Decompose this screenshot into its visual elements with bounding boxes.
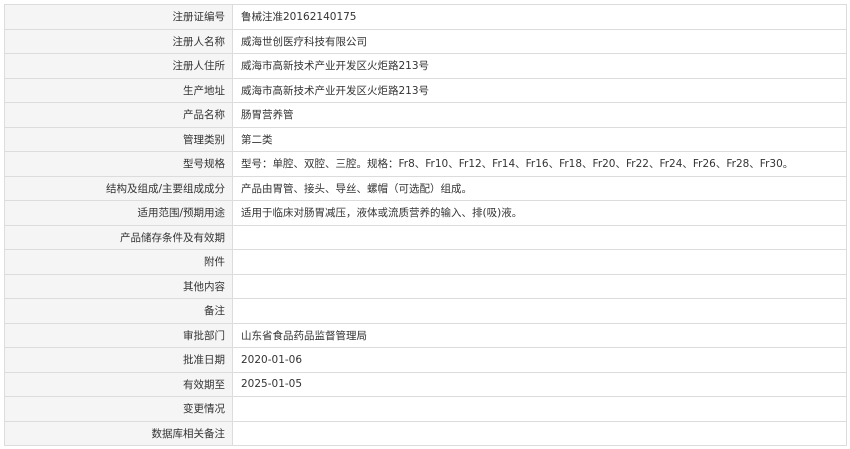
row-management-category: 管理类别 第二类 bbox=[4, 126, 847, 152]
registration-detail-table: 注册证编号 鲁械注准20162140175 注册人名称 威海世创医疗科技有限公司… bbox=[4, 4, 847, 446]
row-product-name: 产品名称 肠胃营养管 bbox=[4, 102, 847, 128]
row-production-address: 生产地址 威海市高新技术产业开发区火炬路213号 bbox=[4, 77, 847, 103]
row-approval-date: 批准日期 2020-01-06 bbox=[4, 347, 847, 373]
intended-use-value: 适用于临床对肠胃减压，液体或流质营养的输入、排(吸)液。 bbox=[232, 200, 847, 226]
storage-validity-label: 产品储存条件及有效期 bbox=[4, 224, 233, 250]
valid-until-label: 有效期至 bbox=[4, 371, 233, 397]
row-remarks: 备注 bbox=[4, 298, 847, 324]
management-category-value: 第二类 bbox=[232, 126, 847, 152]
production-address-label: 生产地址 bbox=[4, 77, 233, 103]
product-name-value: 肠胃营养管 bbox=[232, 102, 847, 128]
attachments-label: 附件 bbox=[4, 249, 233, 275]
registration-number-value: 鲁械注准20162140175 bbox=[232, 4, 847, 30]
approval-department-value: 山东省食品药品监督管理局 bbox=[232, 322, 847, 348]
remarks-label: 备注 bbox=[4, 298, 233, 324]
intended-use-label: 适用范围/预期用途 bbox=[4, 200, 233, 226]
model-spec-value: 型号：单腔、双腔、三腔。规格：Fr8、Fr10、Fr12、Fr14、Fr16、F… bbox=[232, 151, 847, 177]
attachments-value bbox=[232, 249, 847, 275]
structure-composition-value: 产品由胃管、接头、导丝、螺帽（可选配）组成。 bbox=[232, 175, 847, 201]
structure-composition-label: 结构及组成/主要组成成分 bbox=[4, 175, 233, 201]
row-registration-number: 注册证编号 鲁械注准20162140175 bbox=[4, 4, 847, 30]
storage-validity-value bbox=[232, 224, 847, 250]
other-content-value bbox=[232, 273, 847, 299]
registration-number-label: 注册证编号 bbox=[4, 4, 233, 30]
row-change-history: 变更情况 bbox=[4, 396, 847, 422]
change-history-label: 变更情况 bbox=[4, 396, 233, 422]
product-name-label: 产品名称 bbox=[4, 102, 233, 128]
database-notes-label: 数据库相关备注 bbox=[4, 420, 233, 446]
row-registrant-name: 注册人名称 威海世创医疗科技有限公司 bbox=[4, 28, 847, 54]
row-valid-until: 有效期至 2025-01-05 bbox=[4, 371, 847, 397]
approval-department-label: 审批部门 bbox=[4, 322, 233, 348]
database-notes-value bbox=[232, 420, 847, 446]
row-registrant-address: 注册人住所 威海市高新技术产业开发区火炬路213号 bbox=[4, 53, 847, 79]
other-content-label: 其他内容 bbox=[4, 273, 233, 299]
model-spec-label: 型号规格 bbox=[4, 151, 233, 177]
registrant-address-label: 注册人住所 bbox=[4, 53, 233, 79]
row-structure-composition: 结构及组成/主要组成成分 产品由胃管、接头、导丝、螺帽（可选配）组成。 bbox=[4, 175, 847, 201]
row-attachments: 附件 bbox=[4, 249, 847, 275]
approval-date-value: 2020-01-06 bbox=[232, 347, 847, 373]
registrant-address-value: 威海市高新技术产业开发区火炬路213号 bbox=[232, 53, 847, 79]
valid-until-value: 2025-01-05 bbox=[232, 371, 847, 397]
registrant-name-value: 威海世创医疗科技有限公司 bbox=[232, 28, 847, 54]
production-address-value: 威海市高新技术产业开发区火炬路213号 bbox=[232, 77, 847, 103]
change-history-value bbox=[232, 396, 847, 422]
row-model-spec: 型号规格 型号：单腔、双腔、三腔。规格：Fr8、Fr10、Fr12、Fr14、F… bbox=[4, 151, 847, 177]
row-database-notes: 数据库相关备注 bbox=[4, 420, 847, 446]
management-category-label: 管理类别 bbox=[4, 126, 233, 152]
approval-date-label: 批准日期 bbox=[4, 347, 233, 373]
row-storage-validity: 产品储存条件及有效期 bbox=[4, 224, 847, 250]
remarks-value bbox=[232, 298, 847, 324]
row-other-content: 其他内容 bbox=[4, 273, 847, 299]
registrant-name-label: 注册人名称 bbox=[4, 28, 233, 54]
row-intended-use: 适用范围/预期用途 适用于临床对肠胃减压，液体或流质营养的输入、排(吸)液。 bbox=[4, 200, 847, 226]
row-approval-department: 审批部门 山东省食品药品监督管理局 bbox=[4, 322, 847, 348]
